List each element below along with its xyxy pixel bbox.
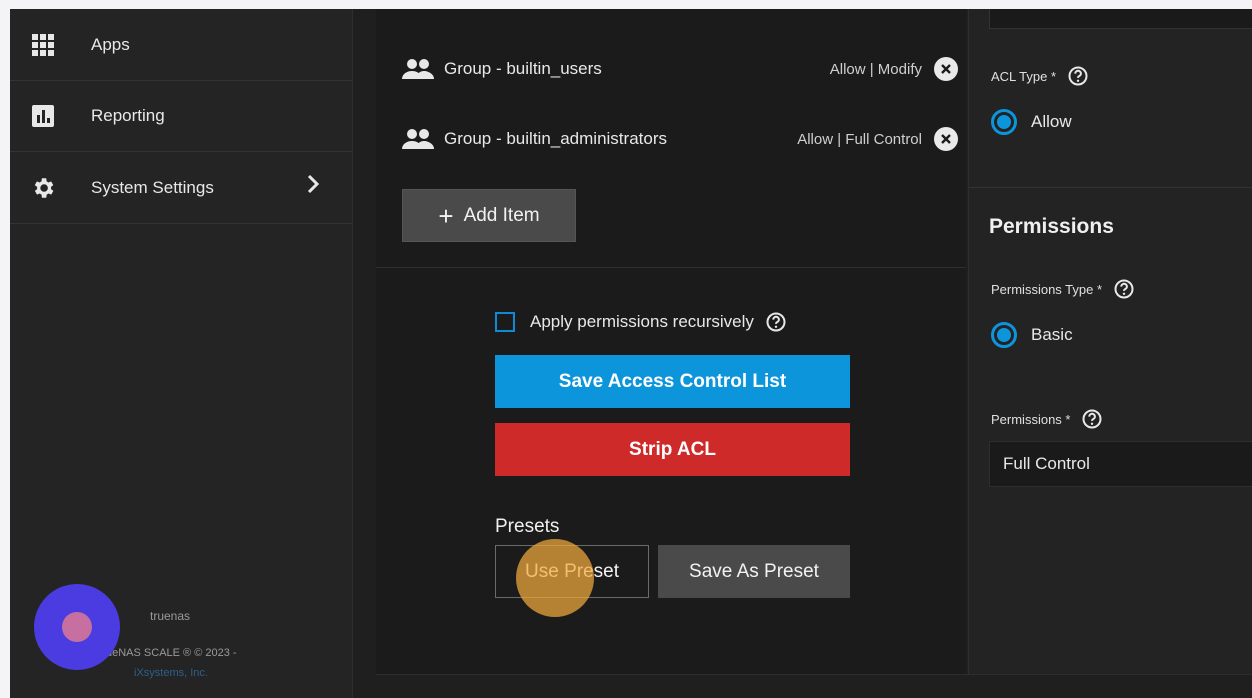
help-question-icon[interactable] [1068, 66, 1088, 86]
save-acl-button[interactable]: Save Access Control List [495, 355, 850, 408]
acl-type-allow-radio[interactable]: Allow [991, 109, 1072, 135]
sidebar-item-label: System Settings [91, 177, 214, 197]
acl-entry-permission: Allow | Full Control [797, 130, 922, 148]
help-question-icon[interactable] [1114, 279, 1134, 299]
gear-icon [30, 175, 56, 201]
remove-entry-icon[interactable] [934, 57, 958, 81]
acl-editor-panel: ACL Type * Allow Permissions Permissions… [968, 9, 1252, 674]
who-select-field[interactable] [989, 9, 1252, 29]
help-bubble[interactable] [34, 584, 120, 670]
acl-entry-permission: Allow | Modify [829, 60, 922, 78]
group-icon [402, 128, 434, 150]
radio-selected-icon [991, 322, 1017, 348]
help-question-icon[interactable] [766, 312, 786, 332]
sidebar-item-label: Reporting [91, 105, 165, 125]
permissions-type-basic-radio[interactable]: Basic [991, 322, 1073, 348]
plus-icon: + [438, 200, 454, 231]
group-icon [402, 58, 434, 80]
apps-grid-icon [30, 32, 56, 58]
help-question-icon[interactable] [1082, 409, 1102, 429]
acl-entry-who: Group - builtin_administrators [444, 129, 667, 148]
sidebar-item-apps[interactable]: Apps [10, 9, 352, 81]
sidebar-item-reporting[interactable]: Reporting [10, 80, 352, 152]
permissions-type-label: Permissions Type * [991, 281, 1103, 297]
acl-type-value: Allow [1031, 112, 1072, 131]
chevron-right-icon [306, 174, 320, 199]
add-item-button[interactable]: + Add Item [402, 189, 576, 242]
apply-recursive-checkbox[interactable] [495, 312, 515, 332]
section-divider [376, 267, 966, 268]
acl-type-label-row: ACL Type * [991, 66, 1088, 86]
footer-copyright: ueNAS SCALE ® © 2023 - [106, 647, 237, 659]
sidebar-item-label: Apps [91, 34, 130, 54]
presets-title: Presets [495, 516, 560, 537]
footer-hostname: truenas [150, 609, 191, 623]
permissions-label: Permissions * [991, 411, 1071, 427]
acl-type-label: ACL Type * [991, 68, 1057, 84]
save-as-preset-button[interactable]: Save As Preset [658, 545, 850, 598]
acl-entry-row[interactable]: Group - builtin_users Allow | Modify [402, 54, 962, 84]
strip-acl-button[interactable]: Strip ACL [495, 423, 850, 476]
acl-items-panel: Group - builtin_users Allow | Modify Gro… [376, 9, 966, 674]
help-bubble-dot [62, 612, 92, 642]
acl-entry-who: Group - builtin_users [444, 59, 602, 78]
use-preset-button[interactable]: Use Preset [495, 545, 649, 598]
acl-entry-row[interactable]: Group - builtin_administrators Allow | F… [402, 124, 962, 154]
permissions-select[interactable]: Full Control [989, 441, 1252, 487]
apply-recursive-label: Apply permissions recursively [530, 312, 754, 331]
section-divider [969, 187, 1252, 188]
permissions-section-title: Permissions [989, 215, 1114, 238]
apply-recursive-row: Apply permissions recursively [495, 312, 786, 332]
permissions-label-row: Permissions * [991, 409, 1102, 429]
add-item-label: Add Item [463, 204, 540, 226]
radio-selected-icon [991, 109, 1017, 135]
permissions-type-label-row: Permissions Type * [991, 279, 1134, 299]
footer-company-link[interactable]: iXsystems, Inc. [134, 667, 208, 679]
sidebar-item-system-settings[interactable]: System Settings [10, 152, 352, 224]
app-frame: Apps Reporting System Settings truenas u… [10, 9, 1252, 698]
bottom-divider [376, 674, 1252, 675]
reporting-chart-icon [30, 103, 56, 129]
remove-entry-icon[interactable] [934, 127, 958, 151]
permissions-type-value: Basic [1031, 325, 1073, 344]
sidebar: Apps Reporting System Settings truenas u… [10, 9, 353, 698]
